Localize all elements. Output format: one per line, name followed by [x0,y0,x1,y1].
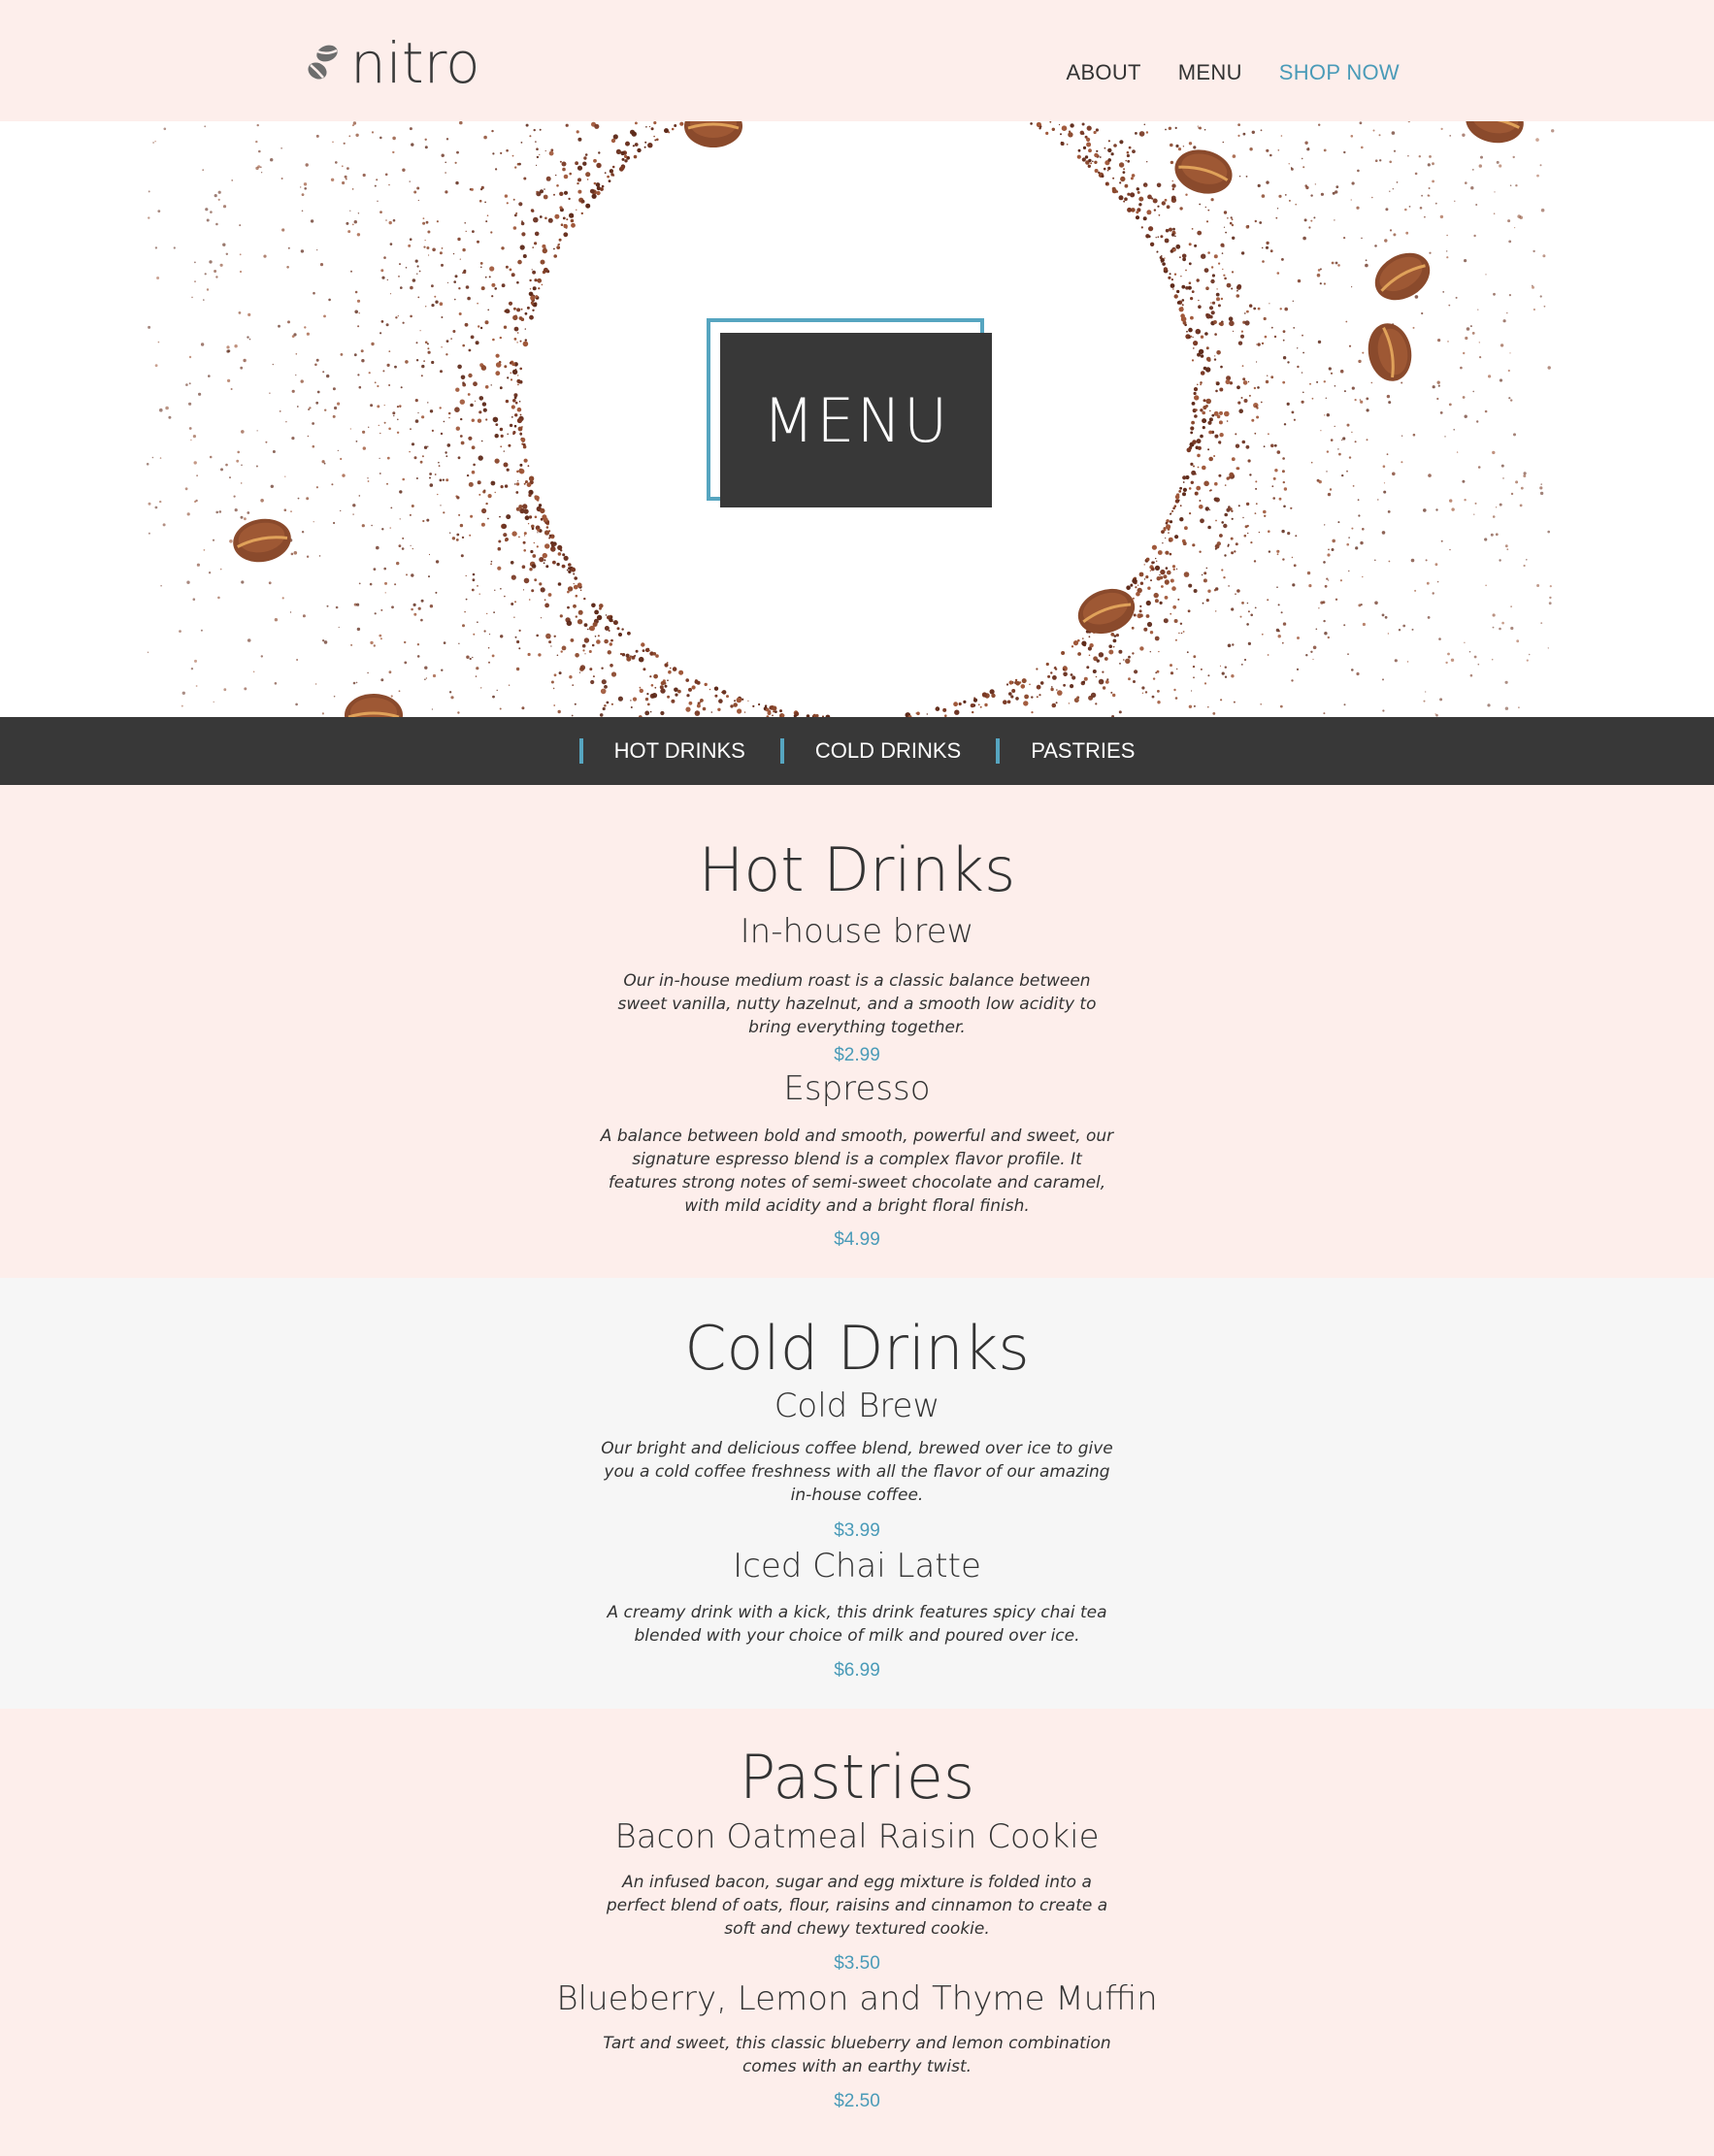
item-price: $2.50 [834,2091,880,2111]
item-name: Cold Brew [774,1387,940,1425]
item-name: Bacon Oatmeal Raisin Cookie [614,1817,1100,1856]
item-description-wrap: Our in-house medium roast is a classic b… [0,969,1714,1039]
coffee-bean-icon [1077,588,1136,635]
item-name: In-house brew [740,912,974,951]
item-price: $4.99 [834,1229,880,1250]
section-title: Pastries [739,1742,975,1813]
category-label: PASTRIES [1031,738,1136,763]
section-pastries: Pastries Bacon Oatmeal Raisin Cookie An … [0,1709,1714,2156]
item-description-wrap: An infused bacon, sugar and egg mixture … [0,1871,1714,1941]
item-description: A creamy drink with a kick, this drink f… [607,1603,1107,1646]
coffee-bean-icon [1368,323,1412,381]
item-price: $6.99 [834,1660,880,1681]
section-title: Hot Drinks [698,834,1016,905]
coffee-bean-icon [1174,149,1233,194]
item-name: Blueberry, Lemon and Thyme Muffin [556,1979,1158,2018]
item-description: An infused bacon, sugar and egg mixture … [606,1873,1108,1939]
menu-badge-label: MENU [762,384,950,456]
divider-bar [996,738,1001,764]
item-description-wrap: Tart and sweet, this classic blueberry a… [0,2032,1714,2078]
section-cold-drinks: Cold Drinks Cold Brew Our bright and del… [0,1278,1714,1709]
item-name: Iced Chai Latte [733,1547,981,1585]
coffee-bean-icon [1466,121,1524,144]
logo-text: nitro [350,30,480,96]
hero-banner: MENU [0,121,1714,717]
item-description: Our in-house medium roast is a classic b… [617,971,1097,1037]
coffee-bean-icon [233,518,291,563]
item-description: Tart and sweet, this classic blueberry a… [603,2034,1111,2076]
divider-bar [578,738,583,764]
item-description-wrap: A balance between bold and smooth, power… [0,1125,1714,1218]
item-description-wrap: A creamy drink with a kick, this drink f… [0,1601,1714,1648]
category-label: HOT DRINKS [613,738,745,763]
menu-badge: MENU [720,333,992,507]
logo[interactable]: nitro [304,29,480,97]
site-header: nitro ABOUT MENU SHOP NOW [0,0,1714,121]
category-link-cold-drinks[interactable]: COLD DRINKS [779,738,962,764]
nav-shop-now[interactable]: SHOP NOW [1279,60,1400,85]
item-price: $3.50 [834,1953,880,1974]
category-label: COLD DRINKS [814,738,962,763]
nav-about[interactable]: ABOUT [1066,60,1140,85]
coffee-bean-icon [1374,252,1431,301]
section-title: Cold Drinks [684,1313,1030,1384]
category-link-pastries[interactable]: PASTRIES [996,738,1135,764]
item-description-wrap: Our bright and delicious coffee blend, b… [0,1437,1714,1507]
item-description: Our bright and delicious coffee blend, b… [601,1439,1113,1505]
coffee-bean-icon [684,121,742,147]
section-hot-drinks: Hot Drinks In-house brew Our in-house me… [0,785,1714,1278]
nav-menu[interactable]: MENU [1178,60,1242,85]
coffee-beans-logo-icon [308,45,338,80]
item-description: A balance between bold and smooth, power… [600,1127,1114,1216]
item-price: $2.99 [834,1045,880,1065]
item-name: Espresso [783,1069,931,1108]
item-price: $3.99 [834,1520,880,1541]
category-nav: HOT DRINKS COLD DRINKS PASTRIES [0,717,1714,785]
divider-bar [779,738,784,764]
category-link-hot-drinks[interactable]: HOT DRINKS [578,738,745,764]
main-nav: ABOUT MENU SHOP NOW [1066,60,1400,85]
coffee-bean-icon [345,694,403,717]
